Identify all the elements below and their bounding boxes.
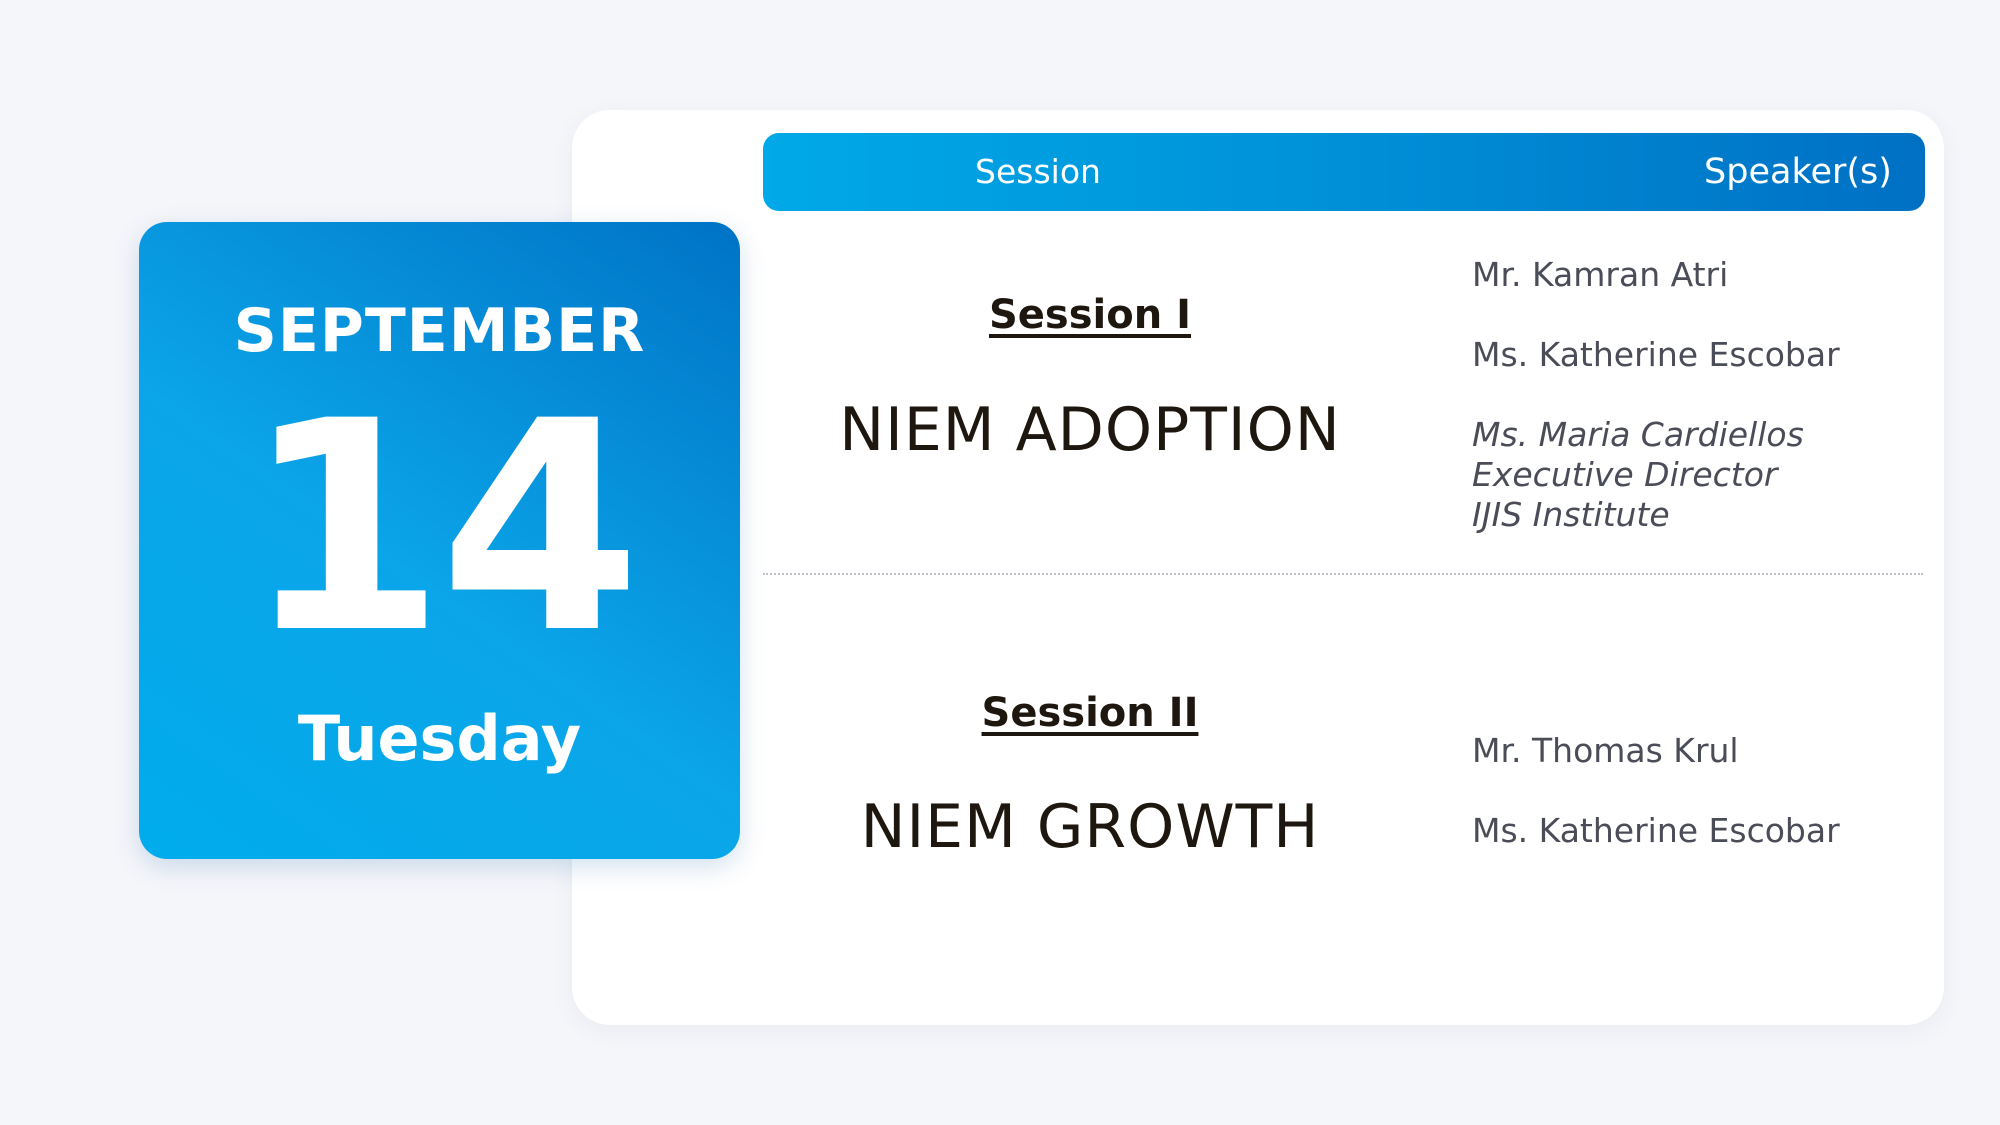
session-1-featured-speaker-org: IJIS Institute (1472, 495, 1670, 534)
date-tile: SEPTEMBER 14 Tuesday (139, 222, 740, 859)
session-1-title: NIEM ADOPTION (839, 395, 1341, 465)
session-1-speaker-1: Mr. Kamran Atri (1472, 255, 1729, 294)
session-2-speaker-2: Ms. Katherine Escobar (1472, 811, 1840, 850)
date-month: SEPTEMBER (233, 296, 646, 366)
session-1-featured-speaker-role: Executive Director (1472, 455, 1778, 494)
session-1-label: Session I (988, 292, 1192, 338)
session-1-featured-speaker-name: Ms. Maria Cardiellos (1472, 415, 1804, 454)
schedule-card (572, 110, 1944, 1025)
date-day: 14 (243, 360, 642, 697)
session-divider (763, 573, 1923, 575)
header-speakers-label: Speaker(s) (1704, 152, 1892, 192)
date-weekday: Tuesday (297, 702, 582, 775)
header-session: Session (975, 152, 1101, 191)
session-2-title: NIEM GROWTH (860, 792, 1320, 862)
table-header: Session Speaker(s) (763, 133, 1925, 211)
session-2-label: Session II (981, 690, 1199, 736)
session-2-speaker-1: Mr. Thomas Krul (1472, 731, 1739, 770)
session-1-speaker-2: Ms. Katherine Escobar (1472, 335, 1840, 374)
